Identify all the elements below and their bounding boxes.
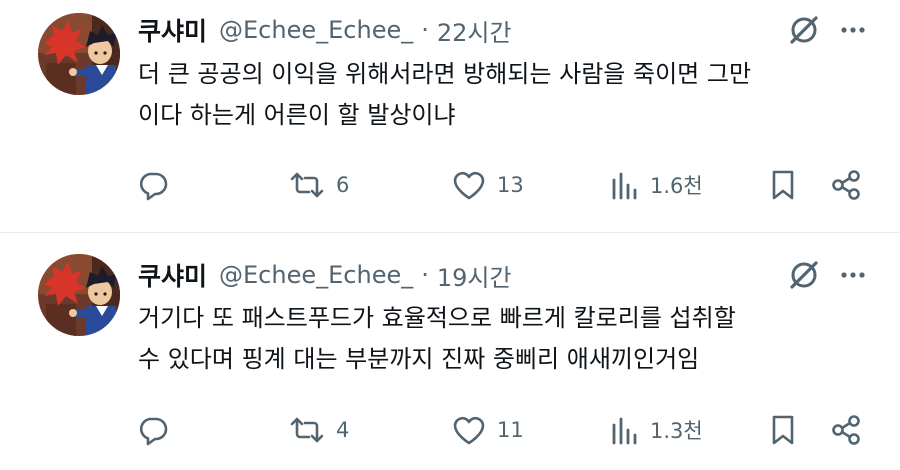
like-icon	[451, 168, 487, 202]
more-icon[interactable]	[838, 15, 868, 45]
retweet-icon	[288, 168, 326, 202]
timestamp[interactable]: 22시간	[437, 13, 512, 48]
views-count: 1.3천	[650, 419, 703, 443]
bookmark-icon	[768, 168, 798, 202]
tweet-header: 쿠샤미 @Echee_Echee_ · 22시간	[138, 12, 512, 48]
tweet-text-line: 더 큰 공공의 이익을 위해서라면 방해되는 사람을 죽이면 그만	[138, 60, 752, 88]
bookmark-button[interactable]	[768, 410, 798, 450]
action-bar: 6 13 1.6천	[0, 165, 900, 205]
grok-icon[interactable]	[786, 257, 822, 293]
views-icon	[610, 168, 640, 202]
author-name[interactable]: 쿠샤미	[138, 12, 207, 48]
share-icon	[829, 168, 863, 202]
tweet-text-line: 거기다 또 패스트푸드가 효율적으로 빠르게 칼로리를 섭취할	[138, 304, 736, 332]
separator: ·	[421, 16, 429, 44]
avatar[interactable]	[38, 254, 120, 336]
reply-icon	[136, 413, 170, 447]
tweet-text: 더 큰 공공의 이익을 위해서라면 방해되는 사람을 죽이면 그만 이다 하는게…	[138, 54, 868, 136]
share-button[interactable]	[829, 410, 863, 450]
share-icon	[829, 413, 863, 447]
tweet-text-line: 이다 하는게 어른이 할 발상이냐	[138, 101, 456, 129]
retweet-button[interactable]: 4	[288, 410, 349, 450]
retweet-count: 4	[336, 418, 350, 442]
views-icon	[610, 413, 640, 447]
author-handle[interactable]: @Echee_Echee_	[219, 16, 413, 44]
views-count: 1.6천	[650, 174, 703, 198]
action-bar: 4 11 1.3천	[0, 410, 900, 450]
tweet-top-icons	[786, 14, 868, 46]
separator: ·	[421, 261, 429, 289]
timestamp[interactable]: 19시간	[437, 258, 512, 293]
author-handle[interactable]: @Echee_Echee_	[219, 261, 413, 289]
tweet-text: 거기다 또 패스트푸드가 효율적으로 빠르게 칼로리를 섭취할 수 있다며 핑계…	[138, 298, 868, 380]
retweet-count: 6	[336, 173, 350, 197]
more-icon[interactable]	[838, 260, 868, 290]
bookmark-icon	[768, 413, 798, 447]
views-button[interactable]: 1.3천	[610, 410, 703, 450]
grok-icon[interactable]	[786, 12, 822, 48]
like-count: 13	[497, 173, 524, 197]
avatar[interactable]	[38, 13, 120, 95]
share-button[interactable]	[829, 165, 863, 205]
views-button[interactable]: 1.6천	[610, 165, 703, 205]
like-button[interactable]: 11	[451, 410, 524, 450]
reply-button[interactable]	[136, 165, 170, 205]
like-count: 11	[497, 418, 524, 442]
bookmark-button[interactable]	[768, 165, 798, 205]
retweet-button[interactable]: 6	[288, 165, 349, 205]
like-button[interactable]: 13	[451, 165, 524, 205]
reply-icon	[136, 168, 170, 202]
tweet[interactable]: 쿠샤미 @Echee_Echee_ · 22시간 더 큰 공공의 이익을 위해서…	[0, 0, 900, 232]
author-name[interactable]: 쿠샤미	[138, 257, 207, 293]
tweet-top-icons	[786, 259, 868, 291]
retweet-icon	[288, 413, 326, 447]
like-icon	[451, 413, 487, 447]
reply-button[interactable]	[136, 410, 170, 450]
tweet-header: 쿠샤미 @Echee_Echee_ · 19시간	[138, 257, 512, 293]
tweet-text-line: 수 있다며 핑계 대는 부분까지 진짜 중삐리 애새끼인거임	[138, 345, 700, 373]
tweet[interactable]: 쿠샤미 @Echee_Echee_ · 19시간 거기다 또 패스트푸드가 효율…	[0, 233, 900, 470]
